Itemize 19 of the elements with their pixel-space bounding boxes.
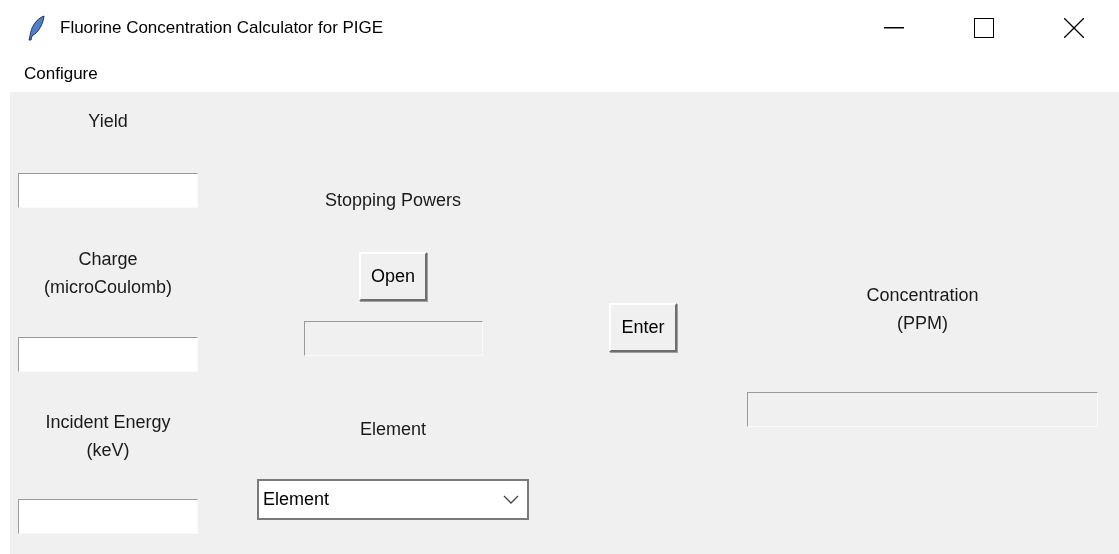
chevron-down-icon: [503, 495, 519, 504]
field-label: Charge (microCoulomb): [44, 248, 172, 299]
feather-icon: [28, 14, 46, 41]
menu-item[interactable]: Configure: [16, 63, 106, 84]
field-label: Element: [359, 418, 426, 441]
field-label: Incident Energy (keV): [45, 411, 171, 462]
enter-button[interactable]: Enter: [609, 303, 677, 352]
input-field[interactable]: [18, 173, 198, 208]
close-icon: [1064, 17, 1084, 38]
field-label: Stopping Powers: [324, 189, 462, 212]
input-field[interactable]: [18, 499, 198, 534]
field-label: Yield: [88, 110, 128, 133]
window-title: Fluorine Concentration Calculator for PIGE: [60, 17, 384, 38]
element-dropdown[interactable]: Element: [257, 479, 529, 520]
open-button[interactable]: Open: [358, 252, 427, 301]
minimize-icon: [884, 26, 904, 29]
maximize-icon: [974, 17, 994, 38]
field-label: Concentration (PPM): [866, 284, 979, 335]
input-field[interactable]: [18, 337, 198, 372]
